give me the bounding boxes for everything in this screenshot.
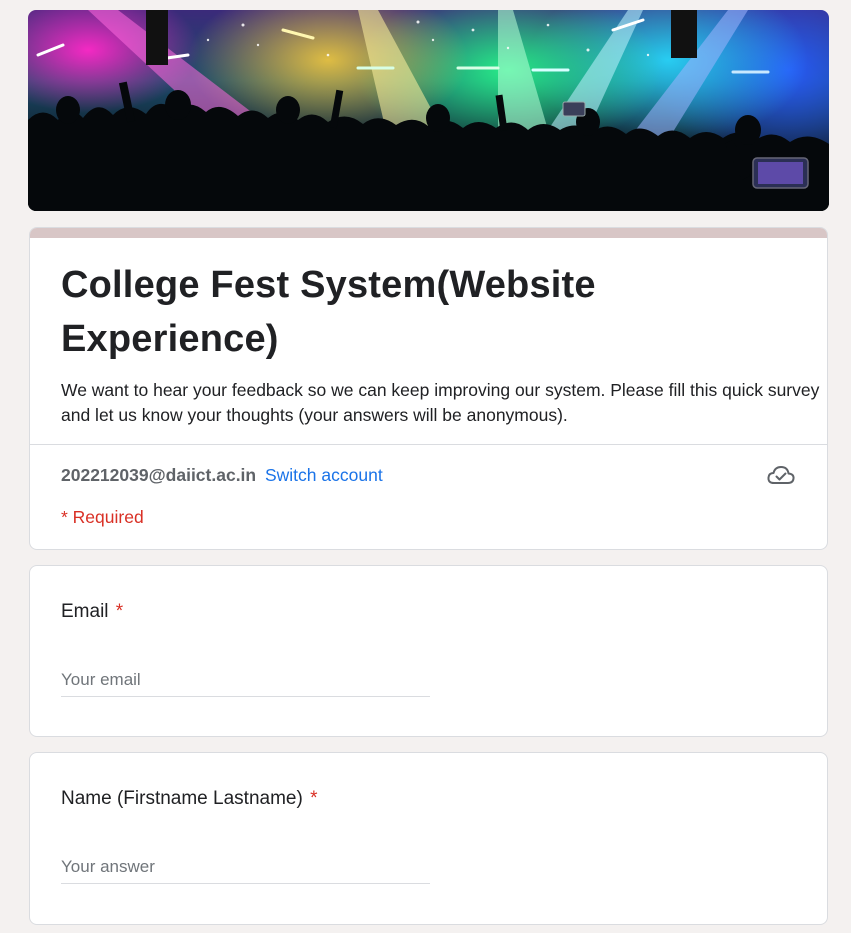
form-description: We want to hear your feedback so we can … <box>61 380 820 425</box>
question-label-email: Email * <box>61 600 123 624</box>
form-container: College Fest System(Website Experience) … <box>28 10 829 925</box>
cloud-saved-icon[interactable] <box>767 464 795 486</box>
email-input[interactable] <box>61 664 430 697</box>
required-asterisk: * <box>115 601 124 622</box>
title-accent-bar <box>30 228 827 238</box>
question-title: Email <box>61 601 109 622</box>
question-title: Name (Firstname Lastname) <box>61 788 303 809</box>
switch-account-link[interactable]: Switch account <box>265 465 383 485</box>
header-divider <box>30 444 827 445</box>
required-asterisk: * <box>310 788 318 809</box>
header-banner-image <box>28 10 829 211</box>
required-note: * Required <box>61 507 144 527</box>
question-card-name: Name (Firstname Lastname) * <box>29 752 828 925</box>
account-email: 202212039@daiict.ac.in <box>61 465 257 485</box>
question-label-name: Name (Firstname Lastname) * <box>61 787 317 811</box>
name-input[interactable] <box>61 851 430 884</box>
concert-crowd-image <box>28 10 829 211</box>
account-row: 202212039@daiict.ac.in Switch account <box>61 463 383 487</box>
question-card-email: Email * <box>29 565 828 737</box>
form-title: College Fest System(Website Experience) <box>61 264 596 360</box>
form-header-card: College Fest System(Website Experience) … <box>29 227 828 550</box>
